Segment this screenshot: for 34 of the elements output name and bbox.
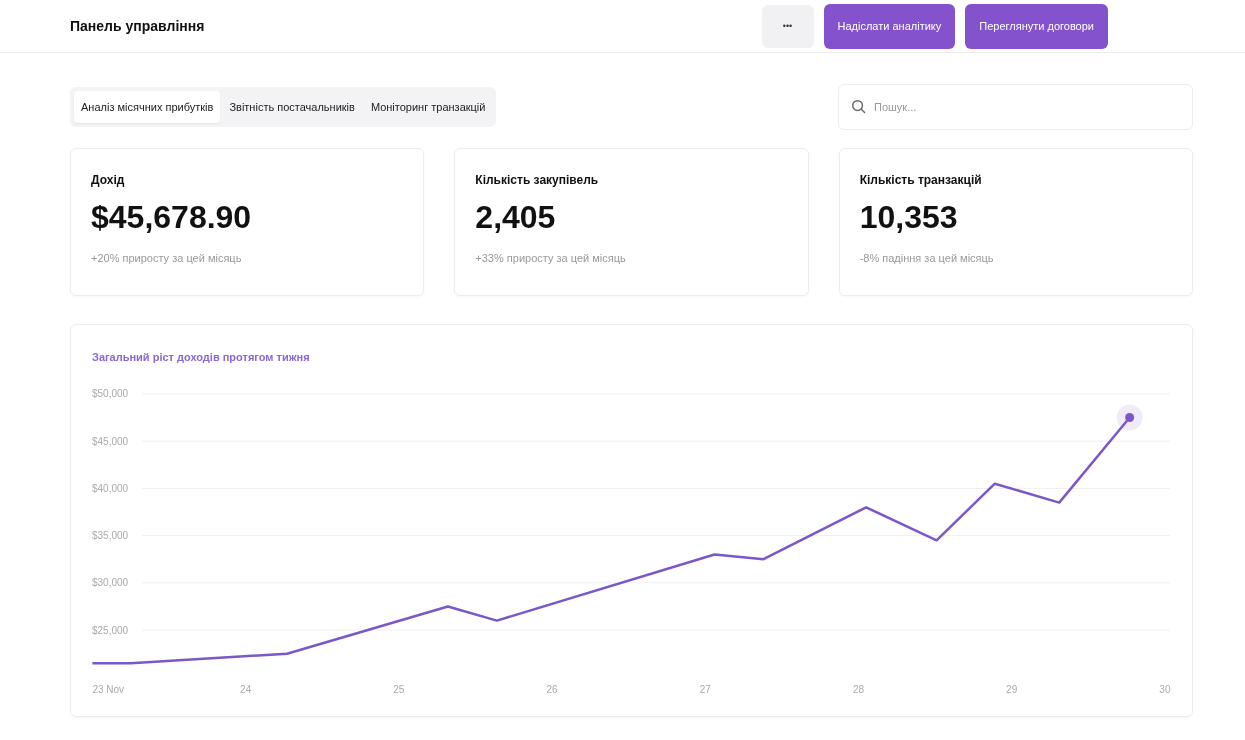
y-axis-label: $35,000: [92, 530, 129, 542]
x-axis-label: 27: [699, 684, 711, 695]
search-field[interactable]: Пошук...: [838, 84, 1193, 130]
y-axis-label: $40,000: [92, 482, 129, 494]
card-value: 2,405: [475, 199, 557, 236]
y-axis-label: $50,000: [92, 388, 129, 400]
action-button[interactable]: Надіслати аналітику: [823, 3, 956, 49]
y-axis-label: $45,000: [92, 435, 129, 447]
action-button[interactable]: Переглянути договори: [965, 3, 1108, 49]
x-axis-label: 23 Nov: [92, 684, 125, 695]
card-value: $45,678.90: [91, 199, 253, 236]
card-title: Кількість транзакцій: [859, 173, 983, 187]
card-note: -8% падіння за цей місяць: [859, 252, 995, 264]
card-title: Кількість закупівель: [475, 173, 600, 187]
x-axis-label: 24: [240, 684, 252, 695]
tab[interactable]: Моніторинг транзакцій: [363, 91, 493, 123]
x-axis-label: 29: [1006, 684, 1018, 695]
tab[interactable]: Аналіз місячних прибутків: [74, 91, 221, 123]
more-button[interactable]: •••: [761, 4, 814, 48]
page-title: Панель управління: [70, 18, 205, 34]
chart-title: Загальний ріст доходів протягом тижня: [92, 351, 310, 363]
tab[interactable]: Звітність постачальників: [222, 91, 362, 123]
card-note: +33% приросту за цей місяць: [475, 252, 627, 264]
card-value: 10,353: [859, 199, 959, 236]
search-icon: [851, 99, 866, 114]
x-axis-label: 25: [393, 684, 405, 695]
x-axis-label: 26: [546, 684, 558, 695]
card-title: Дохід: [91, 173, 126, 187]
card-note: +20% приросту за цей місяць: [91, 252, 243, 264]
x-axis-label: 28: [852, 684, 865, 695]
x-axis-label: 30: [1159, 684, 1171, 695]
data-point: [1116, 404, 1143, 431]
y-axis-label: $25,000: [92, 624, 129, 636]
y-axis-label: $30,000: [92, 577, 129, 589]
